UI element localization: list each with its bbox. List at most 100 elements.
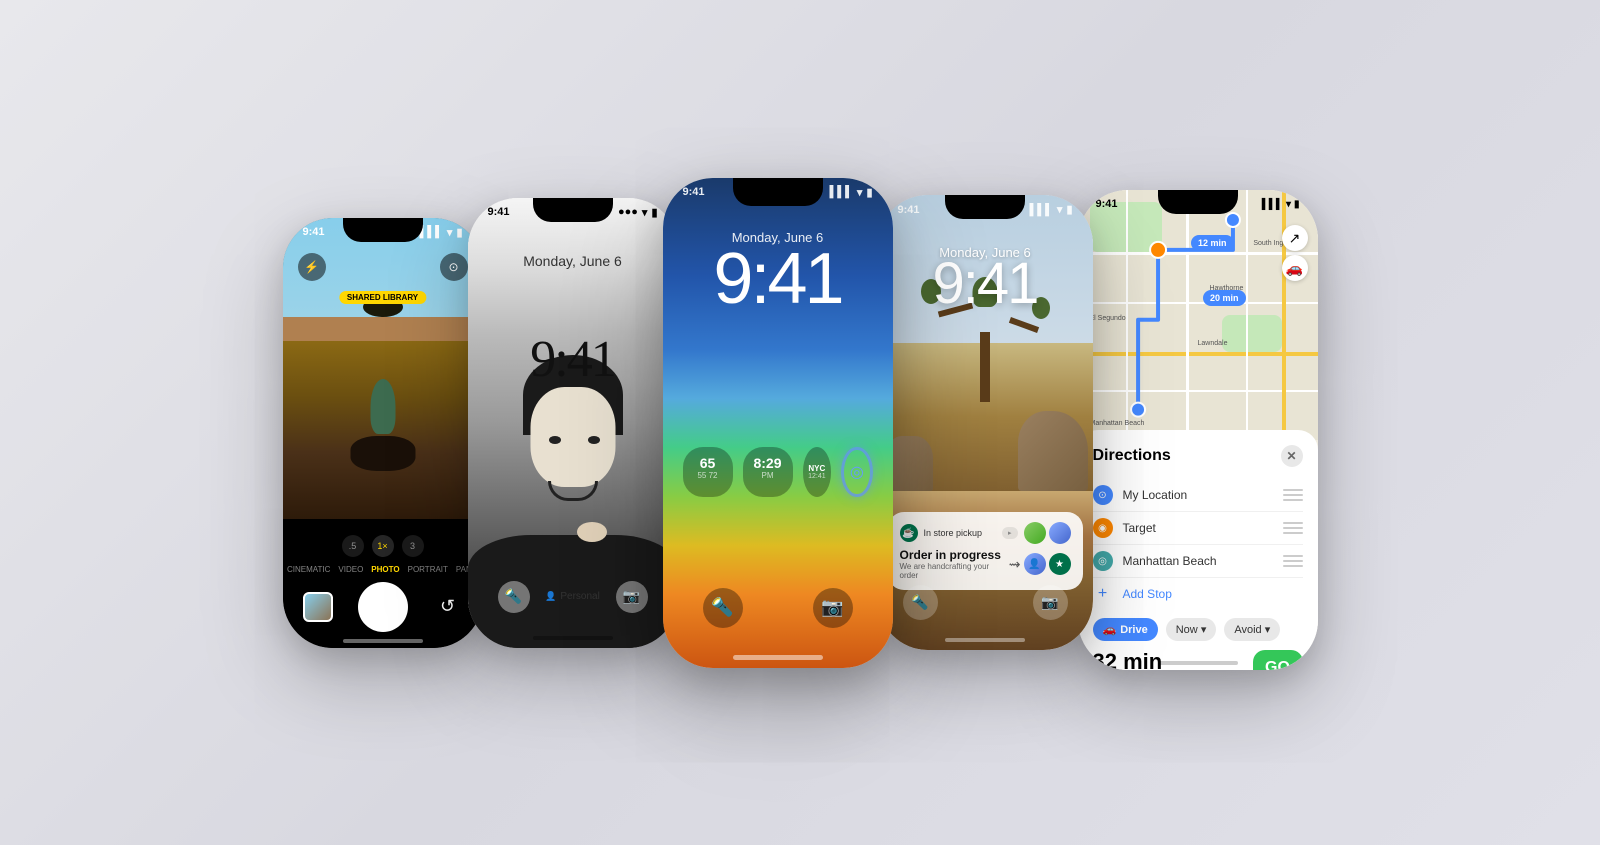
status-bar: 9:41 ▌▌▌ ▾ ▮ bbox=[1078, 198, 1318, 210]
wifi-icon: ▾ bbox=[1057, 203, 1063, 216]
order-actions: ⇝ 👤 ★ bbox=[1009, 553, 1071, 575]
status-time: 9:41 bbox=[488, 206, 510, 218]
route-summary: 32 min 9.7 mi · 1 stop GO bbox=[1093, 649, 1303, 670]
shared-library-badge[interactable]: SHARED LIBRARY bbox=[339, 291, 426, 304]
now-label: Now bbox=[1176, 624, 1198, 636]
car-mode-icon[interactable]: 🚗 bbox=[1282, 255, 1308, 281]
mode-photo[interactable]: PHOTO bbox=[371, 565, 399, 574]
avoid-label: Avoid bbox=[1234, 624, 1261, 636]
add-icon: + bbox=[1093, 584, 1113, 604]
flashlight-icon[interactable]: 🔦 bbox=[498, 581, 530, 613]
camera-top-icons: ⚡ SHARED LIBRARY ⊙ bbox=[283, 253, 483, 281]
location-icon[interactable]: ⇝ bbox=[1009, 556, 1021, 573]
lock-time: 9:41 bbox=[878, 255, 1093, 313]
notch bbox=[733, 178, 823, 206]
shutter-button[interactable] bbox=[358, 582, 408, 632]
shutter-row: ↺ bbox=[283, 582, 483, 632]
drive-icon: 🚗 bbox=[1103, 623, 1117, 636]
home-indicator bbox=[945, 638, 1025, 642]
route-time-badge-1: 12 min bbox=[1191, 235, 1234, 251]
wifi-icon: ▾ bbox=[447, 226, 453, 239]
now-button[interactable]: Now ▾ bbox=[1166, 618, 1217, 641]
time-widget[interactable]: 8:29 PM bbox=[743, 447, 793, 497]
flashlight-icon[interactable]: 🔦 bbox=[703, 588, 743, 628]
lock-date: Monday, June 6 bbox=[468, 253, 678, 269]
avoid-button[interactable]: Avoid ▾ bbox=[1224, 618, 1280, 641]
home-indicator bbox=[733, 655, 823, 660]
status-icons: ▌▌▌ ▾ ▮ bbox=[420, 226, 463, 239]
wifi-icon: ▾ bbox=[857, 186, 863, 199]
flip-camera-icon[interactable]: ↺ bbox=[433, 592, 463, 622]
status-icons: ●●● ▾ ▮ bbox=[618, 206, 658, 219]
signal-icon: ▌▌▌ bbox=[830, 186, 853, 198]
mode-video[interactable]: VIDEO bbox=[338, 565, 363, 574]
temp-range: 55 72 bbox=[697, 471, 717, 480]
directions-panel: Directions ✕ ⊙ My Location ◉ Targ bbox=[1078, 430, 1318, 670]
notification-avatars bbox=[1024, 522, 1071, 544]
activity-icon: ◎ bbox=[850, 462, 864, 482]
camera-icon[interactable]: 📷 bbox=[616, 581, 648, 613]
nyc-clock-widget[interactable]: NYC 12:41 bbox=[803, 447, 832, 497]
bottom-icons: 🔦 📷 bbox=[878, 585, 1093, 620]
phone-camera: 9:41 ▌▌▌ ▾ ▮ ⚡ SHARED LIBRARY ⊙ bbox=[283, 218, 483, 648]
now-chevron: ▾ bbox=[1201, 624, 1207, 636]
desert-landscape bbox=[878, 195, 1093, 491]
status-time: 9:41 bbox=[683, 186, 705, 198]
directions-row-destination[interactable]: ◎ Manhattan Beach bbox=[1093, 545, 1303, 578]
notification-header: ☕ In store pickup ▸ bbox=[900, 522, 1071, 544]
settings-icon[interactable]: ⊙ bbox=[440, 253, 468, 281]
starbucks-action-icon[interactable]: ★ bbox=[1049, 553, 1071, 575]
status-time: 9:41 bbox=[303, 226, 325, 238]
close-button[interactable]: ✕ bbox=[1281, 445, 1303, 467]
drag-handle[interactable] bbox=[1283, 487, 1303, 503]
notch bbox=[945, 195, 1025, 219]
time-display: 9:41 bbox=[468, 334, 678, 386]
drag-handle[interactable] bbox=[1283, 520, 1303, 536]
personal-text: Personal bbox=[560, 591, 599, 602]
zoom-1x[interactable]: 1× bbox=[372, 535, 394, 557]
signal-icon: ▌▌▌ bbox=[1262, 199, 1283, 210]
status-time: 9:41 bbox=[898, 204, 920, 216]
world-time: 8:29 bbox=[753, 455, 781, 471]
directions-row-location[interactable]: ⊙ My Location bbox=[1093, 479, 1303, 512]
personal-label: 👤 Personal bbox=[545, 591, 600, 602]
phone-colorful-lock: 9:41 ▌▌▌ ▾ ▮ Monday, June 6 9:41 65 55 7… bbox=[663, 178, 893, 668]
compass-icon[interactable]: ↗ bbox=[1282, 225, 1308, 251]
starbucks-icon: ☕ bbox=[900, 524, 918, 542]
flashlight-icon[interactable]: 🔦 bbox=[903, 585, 938, 620]
mode-portrait[interactable]: PORTRAIT bbox=[408, 565, 448, 574]
zoom-3x[interactable]: 3 bbox=[402, 535, 424, 557]
time-distance: 32 min 9.7 mi · 1 stop bbox=[1093, 649, 1163, 670]
go-button[interactable]: GO bbox=[1253, 650, 1303, 670]
order-info: Order in progress We are handcrafting yo… bbox=[900, 548, 1071, 580]
map-area[interactable]: Hawthorne South Inglewood Lawndale Manha… bbox=[1078, 190, 1318, 440]
drive-button[interactable]: 🚗 Drive bbox=[1093, 618, 1158, 641]
target-label: Target bbox=[1123, 521, 1273, 535]
map-label-lawndale: Lawndale bbox=[1198, 340, 1228, 347]
lock-screen-widgets: 65 55 72 8:29 PM NYC 12:41 ◎ bbox=[663, 447, 893, 497]
avoid-chevron: ▾ bbox=[1265, 624, 1271, 636]
battery-icon: ▮ bbox=[866, 186, 872, 199]
map-label-manhattan: Manhattan Beach bbox=[1090, 420, 1145, 427]
avatar-1 bbox=[1024, 522, 1046, 544]
map-label-el-segundo: El Segundo bbox=[1090, 315, 1126, 322]
profile-icon[interactable]: 👤 bbox=[1024, 553, 1046, 575]
camera-icon[interactable]: 📷 bbox=[1033, 585, 1068, 620]
battery-icon: ▮ bbox=[1066, 203, 1072, 216]
directions-row-add-stop[interactable]: + Add Stop bbox=[1093, 578, 1303, 610]
mode-cinematic[interactable]: CINEMATIC bbox=[287, 565, 330, 574]
flash-icon[interactable]: ⚡ bbox=[298, 253, 326, 281]
location-label: My Location bbox=[1123, 488, 1273, 502]
world-period: PM bbox=[762, 471, 774, 480]
zoom-half[interactable]: .5 bbox=[342, 535, 364, 557]
activity-widget[interactable]: ◎ bbox=[841, 447, 872, 497]
camera-thumbnail[interactable] bbox=[303, 592, 333, 622]
directions-title-text: Directions bbox=[1093, 447, 1171, 465]
weather-widget[interactable]: 65 55 72 bbox=[683, 447, 733, 497]
signal-icon: ▌▌▌ bbox=[420, 226, 443, 238]
bw-lock-screen: 9:41 ●●● ▾ ▮ bbox=[468, 198, 678, 648]
camera-icon[interactable]: 📷 bbox=[813, 588, 853, 628]
drag-handle[interactable] bbox=[1283, 553, 1303, 569]
notification-app: In store pickup bbox=[924, 528, 983, 538]
directions-row-target[interactable]: ◉ Target bbox=[1093, 512, 1303, 545]
